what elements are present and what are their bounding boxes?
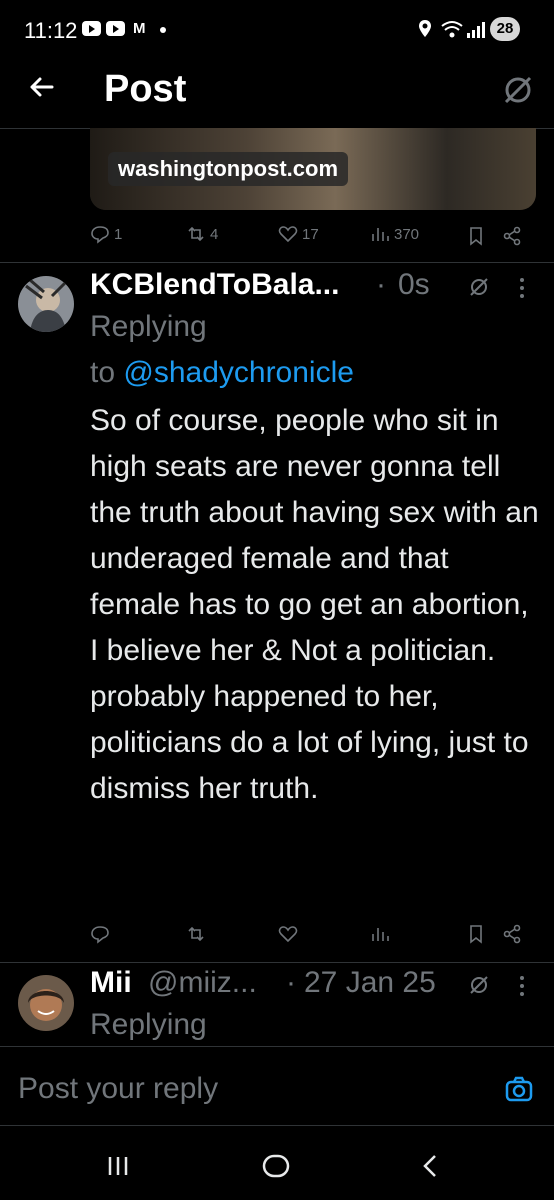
reply-button[interactable]: 1 bbox=[90, 224, 122, 244]
post-time: 27 Jan 25 bbox=[304, 966, 436, 999]
status-bar: 11:12 M 28 bbox=[0, 0, 554, 60]
meta-separator: · bbox=[376, 268, 386, 301]
youtube-icon bbox=[82, 21, 101, 36]
arrow-left-icon[interactable] bbox=[26, 72, 56, 102]
repost-button[interactable]: 4 bbox=[186, 224, 218, 244]
reply-icon bbox=[91, 226, 109, 244]
avatar-image bbox=[18, 276, 74, 332]
bookmark-icon[interactable] bbox=[466, 924, 486, 944]
more-icon[interactable] bbox=[518, 276, 526, 300]
reply-header: Mii @miiz... · 27 Jan 25 bbox=[90, 966, 540, 1006]
share-icon[interactable] bbox=[502, 924, 522, 944]
notification-dot-icon bbox=[160, 27, 166, 33]
recent-apps-icon[interactable] bbox=[106, 1154, 130, 1178]
reply-text: So of course, people who sit in high sea… bbox=[90, 404, 539, 805]
camera-icon[interactable] bbox=[504, 1074, 534, 1104]
author-name[interactable]: KCBlendToBala... bbox=[90, 268, 339, 302]
reply-header: KCBlendToBala... · 0s bbox=[90, 268, 540, 308]
replying-to-prefix: to bbox=[90, 356, 116, 389]
share-icon[interactable] bbox=[502, 226, 522, 246]
link-card[interactable]: washingtonpost.com bbox=[90, 128, 536, 210]
post-time: 0s bbox=[398, 268, 430, 301]
avatar[interactable] bbox=[18, 975, 74, 1031]
meta-separator: · bbox=[286, 966, 296, 999]
reply-actions bbox=[90, 922, 522, 952]
youtube-icon bbox=[106, 21, 125, 36]
home-icon[interactable] bbox=[262, 1154, 290, 1178]
repost-count: 4 bbox=[210, 225, 219, 243]
avatar[interactable] bbox=[18, 276, 74, 332]
views-count: 370 bbox=[394, 225, 420, 243]
location-icon bbox=[419, 20, 431, 37]
back-icon[interactable] bbox=[420, 1154, 440, 1178]
replying-to-line: to @shadychronicle bbox=[90, 350, 354, 396]
heart-icon bbox=[278, 226, 298, 243]
bookmark-icon[interactable] bbox=[466, 226, 486, 246]
reply-icon[interactable] bbox=[90, 924, 110, 944]
gmail-icon: M bbox=[133, 20, 146, 37]
more-icon[interactable] bbox=[518, 974, 526, 998]
like-count: 17 bbox=[302, 225, 319, 243]
views-icon bbox=[372, 228, 389, 241]
reply-count: 1 bbox=[114, 225, 123, 243]
replying-label: Replying bbox=[90, 310, 207, 343]
views-icon[interactable] bbox=[370, 924, 390, 944]
divider bbox=[0, 262, 554, 263]
like-button[interactable]: 17 bbox=[278, 224, 319, 244]
wifi-icon bbox=[441, 21, 463, 38]
avatar-image bbox=[18, 975, 74, 1031]
repost-icon[interactable] bbox=[186, 924, 206, 944]
status-time: 11:12 bbox=[24, 18, 78, 43]
grok-icon[interactable] bbox=[468, 974, 490, 996]
post-actions: 1 4 17 370 bbox=[90, 224, 522, 254]
reply-input[interactable]: Post your reply bbox=[18, 1072, 218, 1106]
heart-icon[interactable] bbox=[278, 924, 298, 944]
grok-icon[interactable] bbox=[500, 72, 536, 108]
repost-icon bbox=[188, 226, 204, 242]
replying-label: Replying bbox=[90, 1008, 207, 1041]
system-nav-bar bbox=[0, 1124, 554, 1200]
top-app-bar bbox=[0, 60, 554, 129]
author-handle[interactable]: @miiz... bbox=[148, 966, 257, 1000]
signal-icon bbox=[467, 22, 485, 38]
divider bbox=[0, 962, 554, 963]
link-card-domain: washingtonpost.com bbox=[108, 152, 348, 186]
grok-icon[interactable] bbox=[468, 276, 490, 298]
views-button[interactable]: 370 bbox=[370, 224, 419, 244]
mention-link[interactable]: @shadychronicle bbox=[123, 356, 354, 389]
battery-indicator: 28 bbox=[490, 17, 520, 41]
page-title: Post bbox=[104, 68, 187, 110]
author-name[interactable]: Mii bbox=[90, 966, 132, 1000]
